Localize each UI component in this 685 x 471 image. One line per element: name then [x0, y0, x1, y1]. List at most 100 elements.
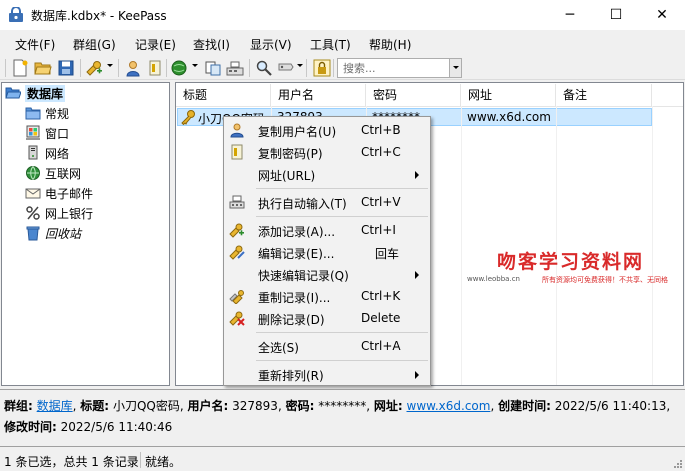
tree-item-root[interactable]: 数据库 — [5, 84, 66, 102]
toolbar-separator — [333, 59, 334, 77]
menu-item-shortcut: Ctrl+K — [361, 289, 401, 303]
menu-item-url[interactable]: 网址(URL) — [226, 163, 428, 185]
open-url-icon[interactable] — [170, 59, 188, 77]
copy-username-icon[interactable] — [124, 59, 142, 77]
menu-item-shortcut: Ctrl+C — [361, 145, 401, 159]
status-selection: 1 条已选，总共 1 条记录 — [4, 455, 139, 469]
group-tree: 数据库 常规 窗口 网络 互联网 电子邮件 网上银行 回收站 — [1, 82, 170, 386]
column-header-notes[interactable]: 备注 — [556, 84, 652, 106]
tree-label: 互联网 — [45, 166, 82, 181]
menu-item-label: 重新排列(R) — [258, 369, 324, 383]
tree-item-network[interactable]: 网络 — [25, 144, 69, 162]
menu-item-shortcut: Ctrl+B — [361, 123, 401, 137]
menu-item-autotype[interactable]: 执行自动输入(T) Ctrl+V — [226, 191, 428, 213]
add-entry-icon[interactable] — [85, 59, 103, 77]
tree-label: 网上银行 — [45, 206, 94, 221]
details-created-value: 2022/5/6 11:40:13 — [554, 399, 667, 413]
menu-separator — [256, 216, 428, 217]
lock-workspace-icon[interactable] — [313, 59, 331, 77]
minimize-button[interactable]: ─ — [547, 0, 593, 30]
close-button[interactable]: ✕ — [639, 0, 685, 30]
tree-item-internet[interactable]: 互联网 — [25, 164, 81, 182]
tree-item-windows[interactable]: 窗口 — [25, 124, 69, 142]
maximize-button[interactable]: ☐ — [593, 0, 639, 30]
window-title: 数据库.kdbx* - KeePass — [31, 9, 167, 23]
tree-label: 网络 — [45, 146, 70, 161]
globe-icon — [26, 166, 40, 180]
save-icon[interactable] — [57, 59, 75, 77]
menu-tools[interactable]: 工具(T) — [310, 36, 351, 53]
tree-item-banking[interactable]: 网上银行 — [25, 204, 93, 222]
menu-item-label: 执行自动输入(T) — [258, 197, 347, 211]
search-input[interactable] — [338, 59, 448, 77]
column-header-username[interactable]: 用户名 — [271, 84, 366, 106]
title-bar: 数据库.kdbx* - KeePass ─ ☐ ✕ — [0, 0, 685, 30]
menu-view[interactable]: 显示(V) — [250, 36, 292, 53]
column-header-title[interactable]: 标题 — [176, 84, 271, 106]
toolbar-separator — [118, 59, 119, 77]
menu-find[interactable]: 查找(I) — [193, 36, 230, 53]
menu-separator — [256, 332, 428, 333]
tree-item-general[interactable]: 常规 — [25, 104, 69, 122]
toolbar-separator — [249, 59, 250, 77]
column-header-password[interactable]: 密码 — [366, 84, 461, 106]
menu-item-label: 复制密码(P) — [258, 147, 323, 161]
menu-group[interactable]: 群组(G) — [73, 36, 116, 53]
entry-view-icon[interactable] — [277, 59, 295, 77]
details-url-link[interactable]: www.x6d.com — [407, 399, 491, 413]
menu-file[interactable]: 文件(F) — [15, 36, 55, 53]
menu-item-shortcut: Ctrl+I — [361, 223, 396, 237]
menu-item-add-entry[interactable]: 添加记录(A)... Ctrl+I — [226, 219, 428, 241]
menu-separator — [256, 360, 428, 361]
menu-item-label: 添加记录(A)... — [258, 225, 336, 239]
search-dropdown-button[interactable] — [449, 59, 461, 77]
watermark-slogan: 所有资源均可免费获得！不共享、无同格 — [542, 276, 668, 284]
tree-item-email[interactable]: 电子邮件 — [25, 184, 93, 202]
new-database-icon[interactable] — [11, 59, 29, 77]
copy-entry-icon[interactable] — [204, 59, 222, 77]
column-header-url[interactable]: 网址 — [461, 84, 556, 106]
menu-item-copy-username[interactable]: 复制用户名(U) Ctrl+B — [226, 119, 428, 141]
windows-icon — [26, 125, 40, 140]
copy-password-icon[interactable] — [146, 59, 164, 77]
context-menu: 复制用户名(U) Ctrl+B 复制密码(P) Ctrl+C 网址(URL) 执… — [223, 116, 431, 386]
details-password-value: ******** — [318, 399, 367, 413]
tree-label-root: 数据库 — [25, 84, 66, 102]
menu-item-rearrange[interactable]: 重新排列(R) — [226, 363, 428, 385]
grid-line — [556, 106, 557, 385]
open-database-icon[interactable] — [34, 59, 52, 77]
menu-item-label: 网址(URL) — [258, 169, 316, 183]
tree-label: 常规 — [45, 106, 70, 121]
submenu-arrow-icon — [415, 371, 419, 379]
menu-entry[interactable]: 记录(E) — [135, 36, 176, 53]
toolbar — [0, 56, 685, 80]
watermark: 吻客学习资料网 www.leobba.cn 所有资源均可免费获得！不共享、无同格 — [467, 247, 668, 287]
entry-view-dropdown[interactable] — [297, 64, 303, 67]
menu-item-shortcut: 回车 — [375, 247, 400, 261]
details-created-label: 创建时间: — [498, 399, 551, 413]
menu-help[interactable]: 帮助(H) — [369, 36, 411, 53]
resize-grip-icon[interactable] — [673, 459, 683, 469]
autotype-icon — [229, 195, 245, 209]
user-icon — [230, 123, 244, 138]
details-group-label: 群组: — [4, 399, 33, 413]
open-url-dropdown[interactable] — [192, 64, 198, 67]
key-card-icon — [231, 144, 243, 160]
details-group-link[interactable]: 数据库 — [37, 399, 73, 413]
menu-item-copy-password[interactable]: 复制密码(P) Ctrl+C — [226, 141, 428, 163]
tree-item-recycle-bin[interactable]: 回收站 — [25, 224, 81, 242]
menu-item-duplicate-entry[interactable]: 重制记录(I)... Ctrl+K — [226, 285, 428, 307]
key-icon — [181, 110, 195, 125]
find-icon[interactable] — [255, 59, 273, 77]
menu-item-edit-entry[interactable]: 编辑记录(E)... 回车 — [226, 241, 428, 263]
add-entry-dropdown[interactable] — [107, 64, 113, 67]
menu-item-shortcut: Delete — [361, 311, 401, 325]
menu-item-select-all[interactable]: 全选(S) Ctrl+A — [226, 335, 428, 357]
toolbar-separator — [166, 59, 167, 77]
menu-item-quick-edit[interactable]: 快速编辑记录(Q) — [226, 263, 428, 285]
toolbar-separator — [80, 59, 81, 77]
status-state: 就绪。 — [145, 455, 182, 469]
autotype-icon[interactable] — [226, 59, 244, 77]
menu-item-delete-entry[interactable]: 删除记录(D) Delete — [226, 307, 428, 329]
menu-item-shortcut: Ctrl+V — [361, 195, 401, 209]
